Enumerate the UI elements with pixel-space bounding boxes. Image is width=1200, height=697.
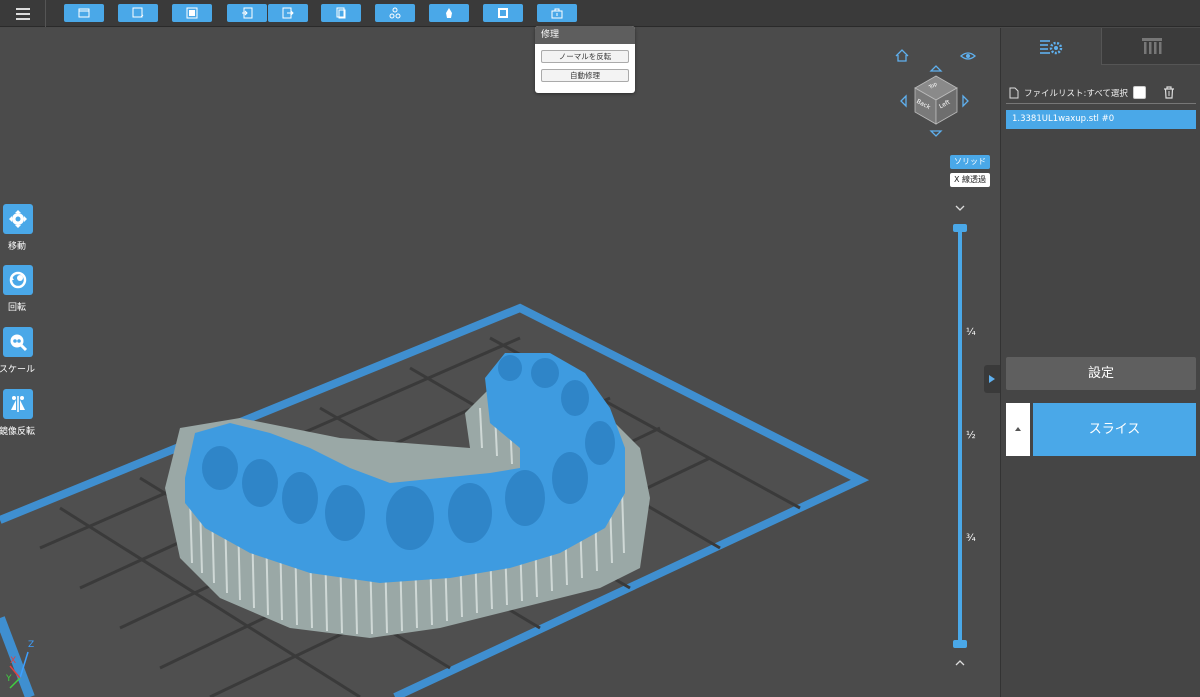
move-icon	[3, 204, 33, 234]
repair-menu-title: 修理	[535, 26, 635, 44]
layer-slider-top-handle[interactable]	[953, 224, 967, 232]
file-list-header: ファイルリスト:すべて選択	[1009, 86, 1146, 99]
axis-label-x: X	[10, 656, 17, 666]
hamburger-icon	[15, 12, 30, 15]
export-icon	[282, 7, 294, 19]
top-toolbar	[0, 0, 1200, 27]
support-settings-icon	[1141, 38, 1162, 54]
layout-button[interactable]	[172, 4, 212, 22]
axis-label-y: Y	[6, 674, 12, 684]
hollow-icon	[498, 8, 508, 18]
support-button[interactable]	[429, 4, 469, 22]
repair-icon	[551, 8, 563, 19]
rotate-icon	[3, 265, 33, 295]
import-button[interactable]	[227, 4, 267, 22]
rotate-right-arrow-icon[interactable]	[962, 94, 969, 108]
save-icon	[132, 7, 144, 18]
right-panel: ファイルリスト:すべて選択 1.3381UL1waxup.stl #0 設定 ス…	[984, 28, 1200, 697]
hollow-button[interactable]	[483, 4, 523, 22]
layer-slider-track[interactable]	[958, 228, 962, 646]
auto-repair-button[interactable]: 自動修理	[541, 69, 629, 82]
chevron-right-icon	[989, 375, 995, 383]
move-tool-label: 移動	[7, 242, 26, 252]
delete-trash-icon[interactable]	[1163, 86, 1175, 99]
scale-tool[interactable]: スケール	[0, 327, 35, 375]
flip-normals-button[interactable]: ノーマルを反転	[541, 50, 629, 63]
rotate-tool[interactable]: 回転	[0, 265, 34, 313]
export-button[interactable]	[268, 4, 308, 22]
render-mode-xray[interactable]: X 線透過	[950, 173, 990, 187]
slice-options-toggle[interactable]	[1006, 403, 1030, 456]
build-plate-scene	[0, 303, 870, 697]
rotate-tool-label: 回転	[7, 303, 26, 313]
repair-button[interactable]	[537, 4, 577, 22]
model-settings-icon	[1040, 39, 1063, 54]
select-all-checkbox[interactable]	[1132, 86, 1146, 99]
scale-icon	[3, 327, 33, 357]
slice-button[interactable]: スライス	[1033, 403, 1196, 456]
layer-tick-half: ½	[966, 430, 976, 441]
mirror-tool-label: 鏡像反転	[0, 427, 35, 437]
open-file-button[interactable]	[64, 4, 104, 22]
panel-tabs	[1001, 28, 1200, 65]
panel-expand-toggle[interactable]	[984, 365, 1000, 393]
rotate-left-arrow-icon[interactable]	[900, 94, 907, 108]
arrange-button[interactable]	[375, 4, 415, 22]
tab-support-settings[interactable]	[1101, 28, 1200, 65]
layer-tick-three-quarters: ¾	[966, 533, 976, 544]
menu-button[interactable]	[0, 0, 46, 27]
import-icon	[242, 7, 253, 19]
render-mode-solid[interactable]: ソリッド	[950, 155, 990, 169]
copy-icon	[336, 7, 346, 19]
file-list-item[interactable]: 1.3381UL1waxup.stl #0	[1006, 110, 1196, 129]
support-icon	[446, 8, 452, 18]
rotate-down-arrow-icon[interactable]	[929, 130, 943, 137]
mirror-tool[interactable]: 鏡像反転	[0, 389, 35, 437]
repair-menu: 修理 ノーマルを反転 自動修理	[535, 26, 635, 93]
scale-tool-label: スケール	[0, 365, 35, 375]
caret-up-icon	[1015, 427, 1021, 431]
file-list-select-all-label: ファイルリスト:すべて選択	[1024, 88, 1128, 99]
axis-label-z: Z	[28, 640, 35, 650]
file-icon	[1009, 87, 1019, 98]
open-file-icon	[78, 8, 90, 18]
view-navigator	[895, 49, 976, 137]
layer-slider-bottom-handle[interactable]	[953, 640, 967, 648]
layer-slider-chevron-up-icon[interactable]	[953, 658, 967, 668]
save-button[interactable]	[118, 4, 158, 22]
home-view-icon[interactable]	[895, 49, 909, 62]
3d-viewport[interactable]: Z X Y	[0, 28, 1000, 697]
tab-model-settings[interactable]	[1001, 28, 1101, 65]
visibility-eye-icon[interactable]	[960, 52, 976, 60]
layer-slider-chevron-down-icon[interactable]	[953, 203, 967, 213]
layer-tick-quarter: ¼	[966, 327, 976, 338]
rotate-up-arrow-icon[interactable]	[929, 65, 943, 72]
arrange-icon	[389, 7, 401, 19]
layout-icon	[186, 7, 198, 19]
file-list-divider	[1006, 103, 1196, 104]
settings-button[interactable]: 設定	[1006, 357, 1196, 390]
copy-button[interactable]	[321, 4, 361, 22]
mirror-icon	[3, 389, 33, 419]
move-tool[interactable]: 移動	[0, 204, 34, 252]
